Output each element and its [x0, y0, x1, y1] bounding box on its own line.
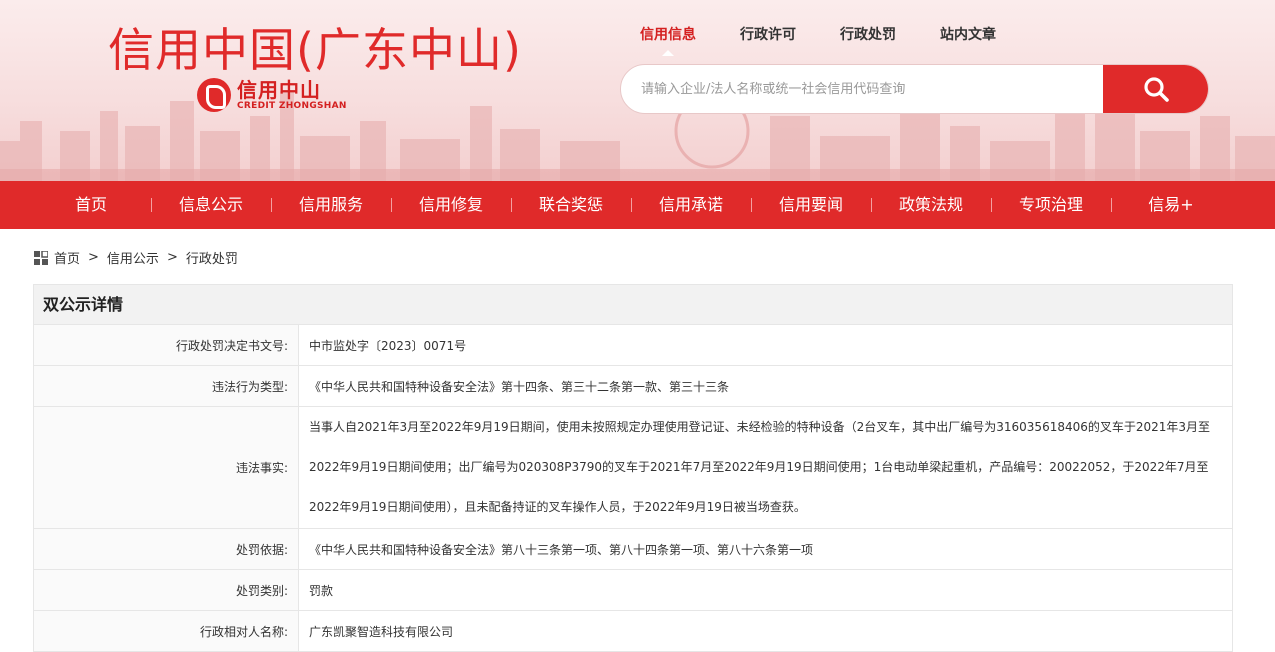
site-title: 信用中国(广东中山): [108, 23, 522, 77]
logo-cn-text: 信用中山: [237, 78, 321, 102]
nav-credit-service[interactable]: 信用服务: [271, 181, 391, 229]
row-value: 罚款: [309, 583, 334, 598]
row-value: 《中华人民共和国特种设备安全法》第八十三条第一项、第八十四条第一项、第八十六条第…: [309, 542, 814, 557]
breadcrumb-home[interactable]: 首页: [54, 248, 80, 267]
search-bar: [620, 64, 1209, 114]
nav-special-governance[interactable]: 专项治理: [991, 181, 1111, 229]
logo-en-text: CREDIT ZHONGSHAN: [237, 101, 347, 111]
breadcrumb-separator: >: [166, 250, 178, 265]
row-value: 《中华人民共和国特种设备安全法》第十四条、第三十二条第一款、第三十三条: [309, 379, 730, 394]
header-banner: 信用中国(广东中山) 信用中山 CREDIT ZHONGSHAN 信用信息 行政…: [0, 0, 1275, 181]
nav-credit-commitment[interactable]: 信用承诺: [631, 181, 751, 229]
logo-mark-icon: [197, 78, 231, 112]
main-nav: 首页 信息公示 信用服务 信用修复 联合奖惩 信用承诺 信用要闻 政策法规 专项…: [0, 181, 1275, 229]
row-label: 处罚依据:: [34, 529, 299, 569]
breadcrumb: 首页 > 信用公示 > 行政处罚: [34, 248, 238, 267]
row-value-block: 当事人自2021年3月至2022年9月19日期间，使用未按照规定办理使用登记证、…: [299, 407, 1232, 528]
detail-row: 行政相对人名称: 广东凯聚智造科技有限公司: [34, 611, 1232, 652]
row-label: 违法事实:: [34, 407, 299, 528]
nav-policy-regulations[interactable]: 政策法规: [871, 181, 991, 229]
tab-admin-license[interactable]: 行政许可: [740, 24, 796, 44]
panel-title: 双公示详情: [34, 285, 1232, 325]
breadcrumb-credit-publicity[interactable]: 信用公示: [107, 248, 159, 267]
breadcrumb-separator: >: [88, 250, 99, 265]
tab-credit-info[interactable]: 信用信息: [640, 24, 696, 56]
nav-home[interactable]: 首页: [31, 181, 151, 229]
tab-admin-penalty[interactable]: 行政处罚: [840, 24, 896, 44]
detail-row: 行政处罚决定书文号: 中市监处字〔2023〕0071号: [34, 325, 1232, 366]
grid-icon: [34, 250, 48, 265]
nav-joint-reward-punish[interactable]: 联合奖惩: [511, 181, 631, 229]
search-button[interactable]: [1103, 65, 1208, 113]
nav-xinyi-plus[interactable]: 信易+: [1111, 181, 1231, 229]
detail-row: 处罚依据: 《中华人民共和国特种设备安全法》第八十三条第一项、第八十四条第一项、…: [34, 529, 1232, 570]
nav-credit-repair[interactable]: 信用修复: [391, 181, 511, 229]
row-value: 广东凯聚智造科技有限公司: [309, 624, 454, 639]
row-label: 行政处罚决定书文号:: [34, 325, 299, 365]
breadcrumb-admin-penalty[interactable]: 行政处罚: [186, 248, 238, 267]
tab-site-articles[interactable]: 站内文章: [940, 24, 996, 44]
nav-credit-news[interactable]: 信用要闻: [751, 181, 871, 229]
row-value-text: 当事人自2021年3月至2022年9月19日期间，使用未按照规定办理使用登记证、…: [309, 420, 1211, 514]
row-value: 中市监处字〔2023〕0071号: [309, 338, 467, 353]
detail-panel: 双公示详情 行政处罚决定书文号: 中市监处字〔2023〕0071号 违法行为类型…: [33, 284, 1233, 652]
search-input[interactable]: [621, 65, 1103, 113]
row-label: 违法行为类型:: [34, 366, 299, 406]
credit-zhongshan-logo[interactable]: 信用中山 CREDIT ZHONGSHAN: [197, 78, 347, 112]
nav-info-publicity[interactable]: 信息公示: [151, 181, 271, 229]
row-label: 行政相对人名称:: [34, 611, 299, 651]
detail-row: 违法事实: 当事人自2021年3月至2022年9月19日期间，使用未按照规定办理…: [34, 407, 1232, 529]
search-icon: [1143, 77, 1169, 102]
detail-row: 违法行为类型: 《中华人民共和国特种设备安全法》第十四条、第三十二条第一款、第三…: [34, 366, 1232, 407]
search-category-tabs: 信用信息 行政许可 行政处罚 站内文章: [640, 24, 1040, 56]
detail-row: 处罚类别: 罚款: [34, 570, 1232, 611]
row-label: 处罚类别:: [34, 570, 299, 610]
